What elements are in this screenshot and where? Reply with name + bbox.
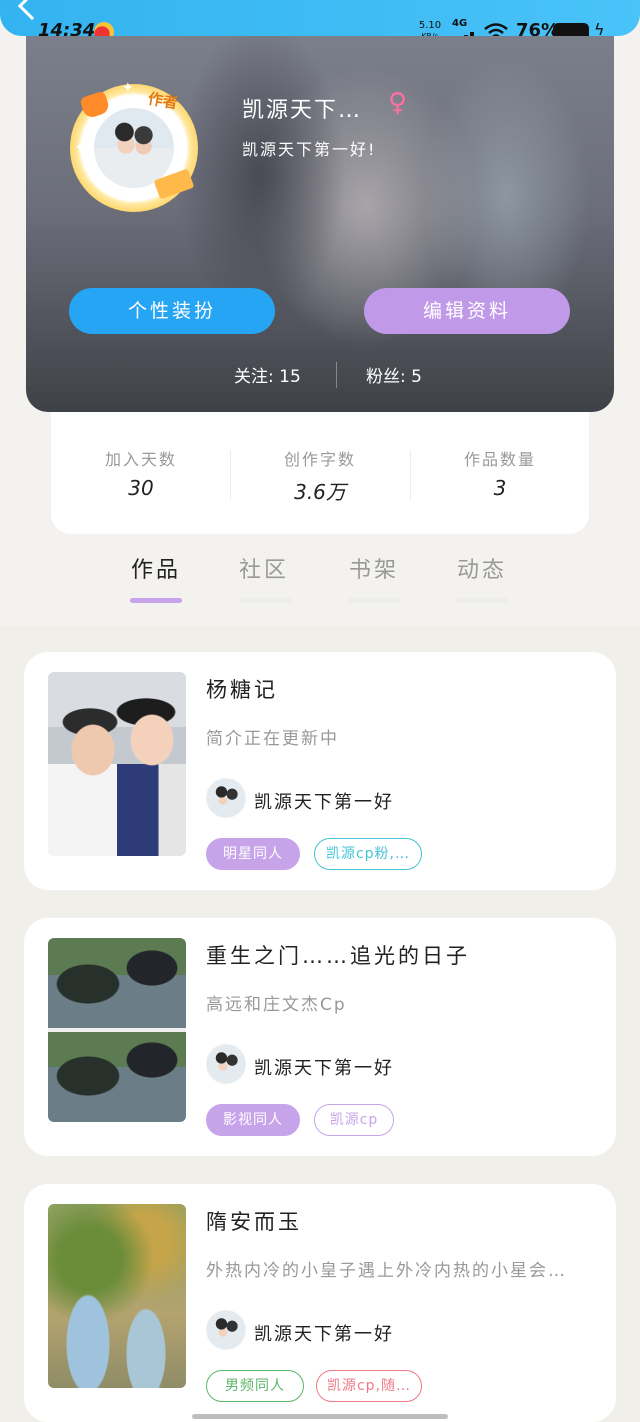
book-tag[interactable]: 明星同人	[206, 838, 300, 870]
book-tag[interactable]: 凯源cp,随…	[316, 1370, 422, 1402]
stat-join-days: 加入天数 30	[51, 446, 231, 500]
book-description: 简介正在更新中	[206, 729, 339, 749]
book-tag[interactable]: 男频同人	[206, 1370, 304, 1402]
tab-works[interactable]: 作品	[128, 552, 184, 584]
book-title: 杨糖记	[206, 678, 278, 702]
tab-bookshelf[interactable]: 书架	[346, 552, 402, 584]
username: 凯源天下…	[242, 98, 363, 123]
book-card[interactable]: 重生之门……追光的日子 高远和庄文杰Cp 凯源天下第一好 影视同人 凯源cp	[24, 918, 616, 1156]
author-name: 凯源天下第一好	[254, 1058, 394, 1079]
author-name: 凯源天下第一好	[254, 1324, 394, 1345]
book-card[interactable]: 隋安而玉 外热内冷的小皇子遇上外冷内热的小星会… 凯源天下第一好 男频同人 凯源…	[24, 1184, 616, 1422]
sparkle-icon: ✦	[122, 80, 134, 96]
tab-indicator	[456, 598, 508, 603]
book-cover[interactable]	[48, 938, 186, 1122]
female-gender-icon: ♀	[388, 88, 408, 118]
author-avatar	[206, 1310, 246, 1350]
book-tag[interactable]: 凯源cp	[314, 1104, 394, 1136]
follow-stats: 关注: 15 粉丝: 5	[26, 362, 614, 388]
stat-label: 加入天数	[104, 450, 177, 469]
following-count[interactable]: 关注: 15	[234, 362, 301, 387]
home-indicator[interactable]	[192, 1414, 448, 1419]
sparkle-icon: ✦	[74, 140, 86, 156]
network-speed-value: 5.10	[418, 20, 442, 31]
stat-works-count: 作品数量 3	[410, 446, 590, 500]
book-tag[interactable]: 影视同人	[206, 1104, 300, 1136]
author-avatar-frame[interactable]: 作者 ✦ ✦	[70, 80, 198, 212]
book-card[interactable]: 杨糖记 简介正在更新中 凯源天下第一好 明星同人 凯源cp粉,…	[24, 652, 616, 890]
profile-header: 作者 ✦ ✦ 凯源天下… ♀ 凯源天下第一好! 个性装扮 编辑资料 关注: 15…	[26, 36, 614, 412]
book-description: 外热内冷的小皇子遇上外冷内热的小星会…	[206, 1261, 567, 1281]
book-title: 重生之门……追光的日子	[206, 944, 470, 968]
author-badge: 作者	[146, 89, 180, 113]
book-cover[interactable]	[48, 672, 186, 856]
fans-count[interactable]: 粉丝: 5	[366, 362, 422, 387]
tab-community[interactable]: 社区	[236, 552, 292, 584]
tab-indicator	[130, 598, 182, 603]
book-description: 高远和庄文杰Cp	[206, 995, 347, 1015]
author-name: 凯源天下第一好	[254, 792, 394, 813]
profile-tabs: 作品 社区 书架 动态	[0, 548, 640, 626]
author-avatar	[206, 1044, 246, 1084]
network-type: 4G	[452, 18, 468, 29]
stat-label: 作品数量	[463, 450, 536, 469]
personal-dress-up-button[interactable]: 个性装扮	[69, 288, 275, 334]
stat-label: 创作字数	[283, 450, 356, 469]
user-signature: 凯源天下第一好!	[242, 140, 377, 159]
user-avatar	[94, 108, 174, 188]
edit-profile-button[interactable]: 编辑资料	[364, 288, 570, 334]
book-title: 隋安而玉	[206, 1210, 302, 1234]
tab-indicator	[240, 598, 292, 603]
works-list: 杨糖记 简介正在更新中 凯源天下第一好 明星同人 凯源cp粉,… 重生之门……追…	[0, 626, 640, 1422]
divider	[336, 362, 337, 388]
tab-indicator	[348, 598, 400, 603]
stat-value: 3	[493, 476, 507, 500]
tab-activity[interactable]: 动态	[454, 552, 510, 584]
book-tag[interactable]: 凯源cp粉,…	[314, 838, 422, 870]
stat-value: 3.6万	[294, 480, 346, 504]
author-avatar	[206, 778, 246, 818]
book-cover[interactable]	[48, 1204, 186, 1388]
stats-card: 加入天数 30 创作字数 3.6万 作品数量 3	[51, 412, 589, 534]
stat-word-count: 创作字数 3.6万	[230, 446, 410, 505]
graduation-cap-icon	[79, 90, 111, 120]
stat-value: 30	[128, 476, 154, 500]
